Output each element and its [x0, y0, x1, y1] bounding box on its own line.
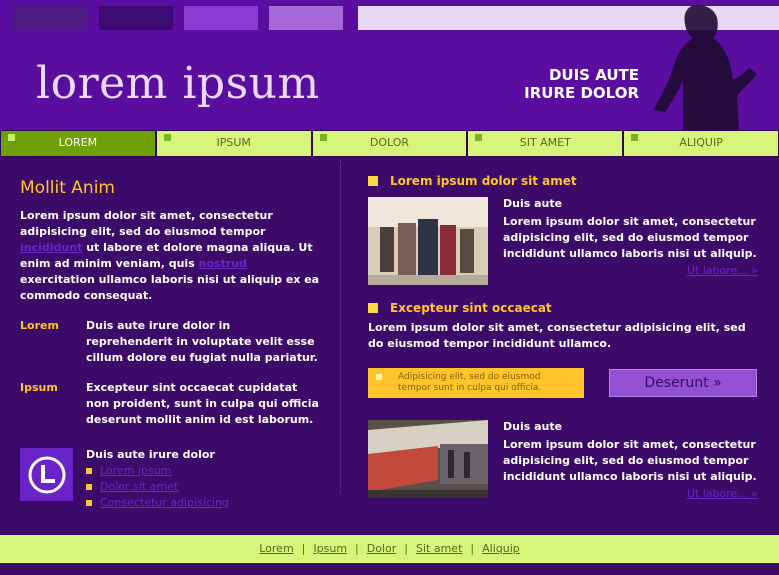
square-bullet-icon: [368, 303, 378, 313]
news-item: Duis aute Lorem ipsum dolor sit amet, co…: [368, 197, 758, 285]
list-item: Consectetur adipisicing: [86, 495, 229, 511]
nav-bullet-icon: [631, 134, 639, 141]
definition-row: Lorem Duis aute irure dolor in reprehend…: [20, 318, 320, 366]
definition-term: Lorem: [20, 319, 59, 332]
footer-link-aliquip[interactable]: Aliquip: [482, 542, 520, 555]
nav-item-lorem[interactable]: LOREM: [0, 130, 156, 157]
link[interactable]: Consectetur adipisicing: [100, 496, 229, 509]
footer-link-sit-amet[interactable]: Sit amet: [416, 542, 462, 555]
callout-row: Adipisicing elit, sed do eiusmod tempor …: [368, 368, 758, 398]
color-swatch: [184, 6, 258, 30]
section-title: Excepteur sint occaecat: [390, 301, 552, 315]
paragraph-link[interactable]: nostrud: [199, 257, 247, 270]
nav-item-label: ALIQUIP: [679, 136, 723, 149]
links-title: Duis aute irure dolor: [86, 448, 215, 461]
definition-row: Ipsum Excepteur sint occaecat cupidatat …: [20, 380, 320, 428]
subway-photo-thumbnail: [368, 420, 488, 498]
footer-link-dolor[interactable]: Dolor: [367, 542, 397, 555]
site-logo[interactable]: lorem ipsum: [36, 58, 320, 109]
intro-paragraph: Lorem ipsum dolor sit amet, consectetur …: [20, 208, 320, 304]
definition-term: Ipsum: [20, 381, 58, 394]
column-divider: [340, 160, 341, 494]
definition-desc: Excepteur sint occaecat cupidatat non pr…: [86, 381, 319, 426]
footer-separator: |: [355, 542, 359, 555]
read-more-link[interactable]: Ut labore... »: [503, 264, 758, 277]
tagline-line-2: IRURE DOLOR: [524, 84, 639, 102]
paragraph-text: Lorem ipsum dolor sit amet, consectetur …: [20, 209, 273, 238]
nav-item-ipsum[interactable]: IPSUM: [155, 130, 312, 157]
link[interactable]: Dolor sit amet: [100, 480, 178, 493]
square-bullet-icon: [368, 176, 378, 186]
nav-item-label: IPSUM: [216, 136, 251, 149]
footer-link-lorem[interactable]: Lorem: [259, 542, 293, 555]
header-tagline: DUIS AUTE IRURE DOLOR: [524, 66, 639, 102]
link[interactable]: Lorem ipsum: [100, 464, 171, 477]
section-text: Lorem ipsum dolor sit amet, consectetur …: [368, 321, 746, 350]
nav-bullet-icon: [8, 134, 15, 141]
item-text: Lorem ipsum dolor sit amet, consectetur …: [503, 215, 757, 260]
read-more-link[interactable]: Ut labore... »: [503, 487, 758, 500]
links-list: Lorem ipsum Dolor sit amet Consectetur a…: [86, 463, 229, 511]
item-content: Duis aute Lorem ipsum dolor sit amet, co…: [503, 197, 758, 285]
left-column: Mollit Anim Lorem ipsum dolor sit amet, …: [20, 178, 320, 511]
main-nav: LOREM IPSUM DOLOR SIT AMET ALIQUIP: [0, 130, 779, 157]
nav-item-dolor[interactable]: DOLOR: [311, 130, 468, 157]
footer-separator: |: [470, 542, 475, 555]
clock-icon: [20, 448, 73, 501]
paragraph-text: exercitation ullamco laboris nisi ut ali…: [20, 273, 320, 302]
crowd-photo-thumbnail: [368, 197, 488, 285]
tagline-line-1: DUIS AUTE: [548, 66, 639, 84]
color-swatch: [99, 6, 173, 30]
section-heading: Lorem ipsum dolor sit amet: [368, 174, 758, 188]
left-title: Mollit Anim: [20, 178, 115, 198]
footer-separator: |: [404, 542, 408, 555]
nav-item-label: DOLOR: [369, 136, 410, 149]
footer-separator: |: [301, 542, 306, 555]
footer-nav: Lorem | Ipsum | Dolor | Sit amet | Aliquip: [0, 535, 779, 563]
clock-icon-graphic: [28, 456, 65, 493]
note-box: Adipisicing elit, sed do eiusmod tempor …: [368, 368, 584, 398]
list-item: Dolor sit amet: [86, 479, 229, 495]
section-title: Lorem ipsum dolor sit amet: [390, 174, 577, 188]
news-item: Duis aute Lorem ipsum dolor sit amet, co…: [368, 420, 758, 500]
item-text: Lorem ipsum dolor sit amet, consectetur …: [503, 438, 757, 483]
color-swatch: [269, 6, 343, 30]
woman-silhouette-image: [653, 5, 757, 130]
nav-item-label: LOREM: [58, 136, 98, 149]
nav-bullet-icon: [475, 134, 483, 141]
list-item: Lorem ipsum: [86, 463, 229, 479]
right-column: Lorem ipsum dolor sit amet Duis aute Lor…: [368, 174, 758, 500]
links-list-wrapper: Duis aute irure dolor Lorem ipsum Dolor …: [86, 448, 229, 511]
item-title: Duis aute: [503, 420, 563, 433]
footer-link-ipsum[interactable]: Ipsum: [313, 542, 347, 555]
bottom-strip: [0, 563, 779, 575]
item-content: Duis aute Lorem ipsum dolor sit amet, co…: [503, 420, 758, 500]
header: lorem ipsum DUIS AUTE IRURE DOLOR: [0, 0, 779, 130]
nav-item-sit-amet[interactable]: SIT AMET: [467, 130, 624, 157]
deserunt-button[interactable]: Deserunt »: [609, 369, 757, 397]
definition-desc: Duis aute irure dolor in reprehenderit i…: [86, 319, 318, 364]
paragraph-link[interactable]: incididunt: [20, 241, 82, 254]
section-heading: Excepteur sint occaecat: [368, 301, 758, 315]
nav-item-label: SIT AMET: [519, 136, 571, 149]
color-swatch: [14, 6, 88, 30]
nav-bullet-icon: [163, 134, 171, 141]
item-title: Duis aute: [503, 197, 563, 210]
links-block: Duis aute irure dolor Lorem ipsum Dolor …: [20, 448, 320, 511]
nav-bullet-icon: [319, 134, 327, 141]
nav-item-aliquip[interactable]: ALIQUIP: [623, 130, 779, 157]
